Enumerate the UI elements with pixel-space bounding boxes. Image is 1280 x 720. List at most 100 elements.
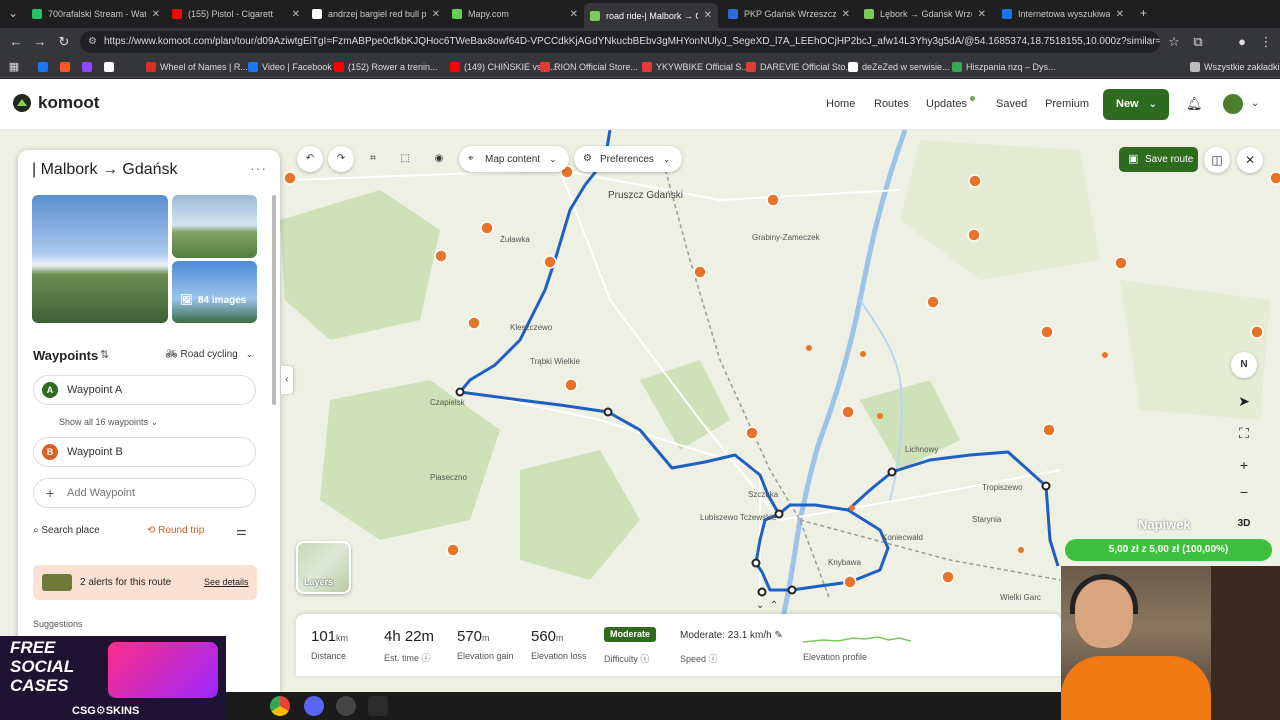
waypoint-b[interactable]: B Waypoint B xyxy=(33,437,256,467)
browser-tab[interactable]: 700rafalski Stream - Watc ✕ xyxy=(26,4,166,24)
site-info-icon[interactable]: ⚙ xyxy=(88,31,97,53)
search-place-button[interactable]: ⌕ Search place xyxy=(33,525,100,536)
komoot-logo[interactable]: komoot xyxy=(13,93,99,113)
new-button[interactable]: New ⌄ xyxy=(1103,89,1169,120)
browser-tab[interactable]: Internetowa wyszukiwark ✕ xyxy=(996,4,1130,24)
close-tab-icon[interactable]: ✕ xyxy=(570,9,578,20)
extensions-icon[interactable]: ⧉ xyxy=(1190,34,1206,50)
avatar[interactable] xyxy=(1223,94,1243,114)
bookmark-item[interactable] xyxy=(38,60,52,74)
sport-selector[interactable]: 🚲︎ Road cycling ⌄ xyxy=(165,349,253,360)
bookmark-item[interactable]: Hiszpania nzq – Dys... xyxy=(952,60,1056,74)
browser-tab[interactable]: Mapy.com ✕ xyxy=(446,4,584,24)
expand-stats-arrows[interactable]: ⌄ ⌃ xyxy=(756,600,800,614)
menu-icon[interactable]: ⋮ xyxy=(1258,34,1274,50)
undo-button[interactable]: ↶ xyxy=(297,146,323,172)
route-photo-2[interactable] xyxy=(172,195,257,258)
route-title[interactable]: | Malbork → Gdańsk xyxy=(32,161,178,179)
close-icon[interactable]: ✕ xyxy=(1237,147,1263,173)
close-tab-icon[interactable]: ✕ xyxy=(432,9,440,20)
reload-icon[interactable]: ↻ xyxy=(56,34,72,50)
info-icon[interactable]: ⓘ xyxy=(709,654,718,664)
bookmark-item[interactable] xyxy=(104,60,118,74)
browser-tab[interactable]: andrzej bargiel red bull p ✕ xyxy=(306,4,446,24)
close-tab-icon[interactable]: ✕ xyxy=(978,9,986,20)
more-options-icon[interactable]: ··· xyxy=(250,160,267,176)
layers-button[interactable]: Layers xyxy=(296,541,351,594)
route-photo-main[interactable] xyxy=(32,195,168,323)
select-area-icon[interactable]: ⬚ xyxy=(392,146,418,172)
alerts-banner: 2 alerts for this route See details xyxy=(33,565,257,600)
bookmark-item[interactable]: RION Official Store... xyxy=(540,60,638,74)
info-icon[interactable]: ⓘ xyxy=(640,654,649,664)
round-trip-icon: ⟲ xyxy=(147,525,159,536)
nav-premium[interactable]: Premium xyxy=(1045,98,1089,110)
discord-taskbar-icon[interactable] xyxy=(304,696,324,716)
close-tab-icon[interactable]: ✕ xyxy=(704,10,712,21)
bookmark-item[interactable]: (152) Rower a trenin... xyxy=(334,60,438,74)
address-bar[interactable]: ⚙ https://www.komoot.com/plan/tour/d09Az… xyxy=(80,31,1160,53)
eye-icon[interactable]: ◉ xyxy=(426,146,452,172)
forward-icon[interactable]: → xyxy=(32,34,48,50)
alerts-text: 2 alerts for this route xyxy=(80,577,172,588)
redo-button[interactable]: ↷ xyxy=(328,146,354,172)
zoom-out-button[interactable]: − xyxy=(1232,480,1256,504)
nav-routes[interactable]: Routes xyxy=(874,98,909,110)
3d-toggle-button[interactable]: 3D xyxy=(1232,512,1256,536)
chrome-taskbar-icon[interactable] xyxy=(270,696,290,716)
preferences-button[interactable]: ⚙ Preferences ⌄ xyxy=(574,146,683,172)
nav-updates[interactable]: Updates xyxy=(926,96,975,110)
zoom-in-button[interactable]: + xyxy=(1232,453,1256,477)
images-count-button[interactable]: 🖼︎ 84 images xyxy=(172,290,257,312)
bookmark-item[interactable]: deZeZed w serwisie... xyxy=(848,60,950,74)
settings-sliders-icon[interactable]: ⚌ xyxy=(236,524,247,538)
save-route-button[interactable]: ▣ Save route xyxy=(1119,147,1198,172)
sort-icon[interactable]: ⇅ xyxy=(100,348,109,361)
elevation-profile-chart[interactable] xyxy=(803,633,911,647)
bell-icon[interactable]: 🔔︎ xyxy=(1186,96,1203,112)
svg-text:Trąbki Wielkie: Trąbki Wielkie xyxy=(530,357,580,366)
browser-tab[interactable]: road ride-| Malbork → Gd ✕ xyxy=(584,3,718,28)
waypoint-a[interactable]: A Waypoint A xyxy=(33,375,256,405)
fullscreen-icon[interactable]: ⛶ xyxy=(1232,421,1256,445)
browser-tab[interactable]: PKP Gdańsk Wrzeszcz > M✕ xyxy=(722,4,856,24)
close-tab-icon[interactable]: ✕ xyxy=(1116,9,1124,20)
close-tab-icon[interactable]: ✕ xyxy=(292,9,300,20)
see-details-link[interactable]: See details xyxy=(204,565,249,600)
crop-icon[interactable]: ⌗ xyxy=(360,146,386,172)
panel-scrollbar[interactable] xyxy=(272,195,276,405)
speed-value[interactable]: Moderate: 23.1 km/h ✎ xyxy=(680,630,783,641)
apps-icon[interactable]: ▦ xyxy=(6,59,22,75)
locate-icon[interactable]: ➤ xyxy=(1232,389,1256,413)
bookmark-item[interactable] xyxy=(82,60,96,74)
back-icon[interactable]: ← xyxy=(8,34,24,50)
bookmark-item[interactable]: DAREVIE Official Sto... xyxy=(746,60,853,74)
bookmark-star-icon[interactable]: ☆ xyxy=(1166,34,1182,50)
compass-button[interactable]: N xyxy=(1231,352,1257,378)
close-tab-icon[interactable]: ✕ xyxy=(152,9,160,20)
nav-saved[interactable]: Saved xyxy=(996,98,1027,110)
profile-icon[interactable]: ● xyxy=(1234,34,1250,50)
terminal-taskbar-icon[interactable] xyxy=(368,696,388,716)
collapse-panel-button[interactable]: ‹ xyxy=(281,366,293,394)
watch-icon[interactable]: ◫ xyxy=(1204,147,1230,173)
add-waypoint-field[interactable]: + Add Waypoint xyxy=(33,478,256,508)
map-content-button[interactable]: ⌖ Map content ⌄ xyxy=(459,146,569,172)
obs-taskbar-icon[interactable] xyxy=(336,696,356,716)
chevron-down-icon[interactable]: ⌄ xyxy=(1251,98,1259,109)
browser-tab[interactable]: Lębork → Gdańsk Wrzesz✕ xyxy=(858,4,992,24)
streamer-shirt xyxy=(1061,656,1211,720)
bookmark-item[interactable]: YKYWBIKE Official S... xyxy=(642,60,749,74)
show-all-waypoints[interactable]: Show all 16 waypoints ⌄ xyxy=(59,417,158,428)
info-icon[interactable]: ⓘ xyxy=(422,653,431,663)
bookmark-item[interactable]: Video | Facebook xyxy=(248,60,332,74)
round-trip-button[interactable]: ⟲ Round trip xyxy=(147,525,204,536)
new-tab-icon[interactable]: + xyxy=(1140,6,1147,20)
nav-home[interactable]: Home xyxy=(826,98,855,110)
browser-tab[interactable]: (155) Pistol - Cigarett ✕ xyxy=(166,4,306,24)
tab-search-icon[interactable]: ⌄ xyxy=(8,6,18,20)
bookmark-item[interactable] xyxy=(60,60,74,74)
bookmarks-folder[interactable]: Wszystkie zakładki xyxy=(1190,60,1280,74)
close-tab-icon[interactable]: ✕ xyxy=(842,9,850,20)
bookmark-item[interactable]: Wheel of Names | R... xyxy=(146,60,248,74)
